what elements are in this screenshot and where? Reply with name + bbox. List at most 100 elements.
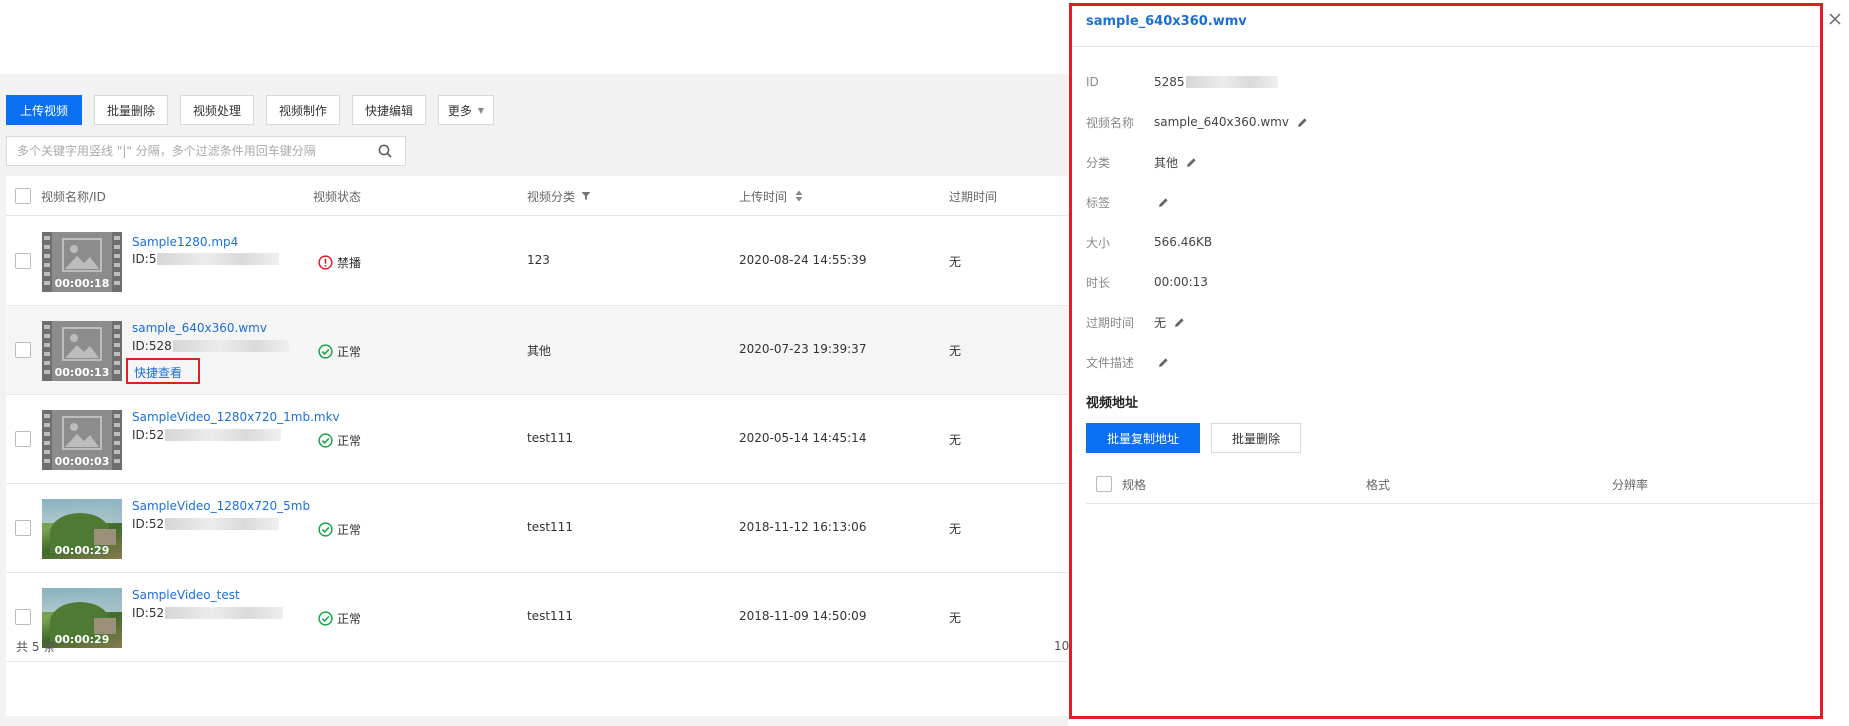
batch-delete-button[interactable]: 批量删除 [94, 95, 168, 125]
column-name: 视频名称/ID [41, 189, 106, 204]
toolbar: 上传视频 批量删除 视频处理 视频制作 快捷编辑 更多 ▼ [6, 95, 506, 125]
field-tag: 标签 [1086, 192, 1169, 212]
status-text: 正常 [337, 523, 362, 537]
video-table: 视频名称/ID 视频状态 视频分类 上传时间 过期时间 00:00:18 Sam… [6, 176, 1069, 716]
more-dropdown[interactable]: 更多 ▼ [438, 95, 494, 125]
upload-time-cell: 2020-08-24 14:55:39 [739, 253, 867, 267]
video-thumbnail[interactable]: 00:00:29 [42, 499, 122, 559]
search-icon[interactable] [365, 137, 405, 165]
video-duration: 00:00:18 [54, 277, 110, 290]
field-duration: 时长 00:00:13 [1086, 272, 1208, 292]
close-icon[interactable] [1824, 8, 1846, 30]
edit-icon[interactable] [1158, 357, 1169, 368]
column-status: 视频状态 [313, 189, 362, 204]
video-id-prefix: ID:52 [132, 606, 165, 620]
redacted-id [1185, 76, 1278, 88]
field-value: 无 [1154, 315, 1167, 330]
redacted-id [172, 340, 289, 352]
field-label: 标签 [1086, 195, 1111, 210]
column-resolution: 分辨率 [1612, 477, 1649, 492]
table-footer: 共 5 条 10 [6, 621, 1069, 671]
sort-icon[interactable] [795, 190, 803, 202]
image-placeholder-icon [62, 238, 102, 272]
table-row[interactable]: 00:00:29 SampleVideo_1280x720_5mb ID:52 … [6, 484, 1068, 573]
column-spec: 规格 [1122, 477, 1147, 492]
edit-icon[interactable] [1297, 117, 1308, 128]
quick-view-highlight: 快捷查看 [126, 358, 200, 384]
field-label: 文件描述 [1086, 355, 1135, 370]
more-label: 更多 [447, 103, 472, 118]
video-thumbnail[interactable]: 00:00:03 [42, 410, 122, 470]
id-value: 5285 [1154, 75, 1185, 89]
status-text: 禁播 [337, 256, 362, 270]
field-label: ID [1086, 75, 1099, 89]
video-name-link[interactable]: SampleVideo_test [132, 588, 240, 602]
category-cell: 123 [527, 253, 550, 267]
column-upload-time-label: 上传时间 [739, 189, 788, 204]
status-badge: 禁播 [318, 254, 361, 271]
column-format: 格式 [1366, 477, 1391, 492]
field-value: 5285 [1154, 75, 1278, 89]
video-name-link[interactable]: SampleVideo_1280x720_1mb.mkv [132, 410, 340, 424]
panel-title: sample_640x360.wmv [1086, 14, 1247, 29]
batch-copy-address-button[interactable]: 批量复制地址 [1086, 423, 1200, 453]
category-cell: 其他 [527, 344, 552, 358]
edit-icon[interactable] [1174, 317, 1185, 328]
select-all-checkbox[interactable] [15, 188, 31, 204]
upload-video-button[interactable]: 上传视频 [6, 95, 82, 125]
redacted-id [165, 607, 284, 619]
video-id-prefix: ID:52 [132, 428, 165, 442]
video-name-link[interactable]: sample_640x360.wmv [132, 321, 267, 335]
address-section-title: 视频地址 [1086, 396, 1139, 411]
row-checkbox[interactable] [15, 431, 31, 447]
row-checkbox[interactable] [15, 253, 31, 269]
status-text: 正常 [337, 345, 362, 359]
field-id: ID 5285 [1086, 72, 1278, 92]
select-all-checkbox[interactable] [1096, 476, 1112, 492]
quick-edit-button[interactable]: 快捷编辑 [352, 95, 426, 125]
table-row[interactable]: 00:00:03 SampleVideo_1280x720_1mb.mkv ID… [6, 395, 1068, 484]
video-process-button[interactable]: 视频处理 [180, 95, 254, 125]
column-upload-time: 上传时间 [739, 176, 803, 216]
filter-icon[interactable] [581, 191, 591, 201]
page-size[interactable]: 10 [1054, 639, 1069, 653]
upload-time-cell: 2020-07-23 19:39:37 [739, 342, 867, 356]
row-checkbox[interactable] [15, 520, 31, 536]
redacted-id [165, 518, 280, 530]
search-box [6, 136, 406, 166]
video-thumbnail[interactable]: 00:00:13 [42, 321, 122, 381]
video-make-button[interactable]: 视频制作 [266, 95, 340, 125]
table-row[interactable]: 00:00:18 Sample1280.mp4 ID:5 禁播 123 2020… [6, 217, 1068, 306]
video-thumbnail[interactable]: 00:00:18 [42, 232, 122, 292]
search-input[interactable] [17, 144, 365, 158]
batch-delete-address-button[interactable]: 批量删除 [1211, 423, 1301, 453]
field-value: 566.46KB [1154, 235, 1213, 249]
expire-cell: 无 [949, 522, 962, 536]
upload-time-cell: 2018-11-12 16:13:06 [739, 520, 867, 534]
address-table-header: 规格 格式 分辨率 [1086, 464, 1820, 504]
video-name-link[interactable]: Sample1280.mp4 [132, 235, 238, 249]
video-id: ID:528 [132, 339, 289, 353]
column-category-label: 视频分类 [527, 189, 576, 204]
field-label: 过期时间 [1086, 315, 1135, 330]
video-id: ID:5 [132, 252, 280, 266]
expire-cell: 无 [949, 255, 962, 269]
edit-icon[interactable] [1186, 157, 1197, 168]
panel-divider [1072, 46, 1820, 47]
table-header: 视频名称/ID 视频状态 视频分类 上传时间 过期时间 [6, 176, 1068, 216]
redacted-id [165, 429, 282, 441]
image-placeholder-icon [62, 416, 102, 450]
row-checkbox[interactable] [15, 342, 31, 358]
column-category: 视频分类 [527, 176, 591, 216]
field-name: 视频名称 sample_640x360.wmv [1086, 112, 1308, 132]
status-badge: 正常 [318, 343, 361, 360]
table-row[interactable]: 00:00:13 sample_640x360.wmv ID:528 快捷查看 … [6, 306, 1068, 395]
video-id-prefix: ID:52 [132, 517, 165, 531]
field-description: 文件描述 [1086, 352, 1169, 372]
video-name-link[interactable]: SampleVideo_1280x720_5mb [132, 499, 310, 513]
quick-view-link[interactable]: 快捷查看 [134, 364, 182, 381]
field-label: 时长 [1086, 275, 1111, 290]
video-id: ID:52 [132, 517, 280, 531]
edit-icon[interactable] [1158, 197, 1169, 208]
field-value: sample_640x360.wmv [1154, 115, 1289, 129]
